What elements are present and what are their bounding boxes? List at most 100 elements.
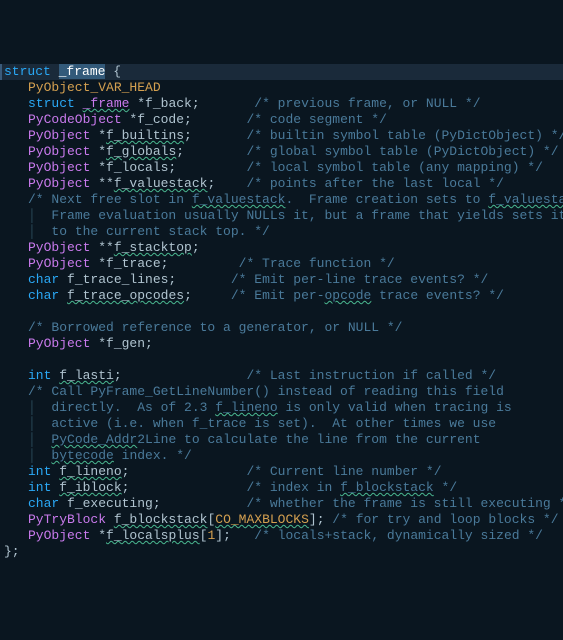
code-token: /* Trace function */ bbox=[239, 256, 395, 271]
code-token: PyObject bbox=[28, 176, 90, 191]
code-token: . Frame creation sets to bbox=[285, 192, 488, 207]
code-token: PyObject bbox=[28, 336, 90, 351]
code-token: /* builtin symbol table (PyDictObject) *… bbox=[246, 128, 563, 143]
code-line[interactable]: PyObject **f_valuestack; /* points after… bbox=[0, 176, 563, 192]
code-line[interactable]: }; bbox=[0, 544, 563, 560]
code-token: /* Call PyFrame_GetLineNumber() instead … bbox=[28, 384, 504, 399]
code-token: f_localsplus bbox=[106, 528, 200, 543]
code-token: [ bbox=[200, 528, 208, 543]
code-line[interactable]: char f_trace_opcodes; /* Emit per-opcode… bbox=[0, 288, 563, 304]
code-token: trace events? */ bbox=[371, 288, 504, 303]
code-token: opcode bbox=[325, 288, 372, 303]
code-token: f_valuestack bbox=[488, 192, 563, 207]
code-line[interactable]: PyObject_VAR_HEAD bbox=[0, 80, 563, 96]
code-line[interactable]: │ PyCode_Addr2Line to calculate the line… bbox=[0, 432, 563, 448]
code-line[interactable]: │ active (i.e. when f_trace is set). At … bbox=[0, 416, 563, 432]
code-token: /* points after the last local */ bbox=[246, 176, 503, 191]
code-line[interactable] bbox=[0, 304, 563, 320]
code-token: is only valid when tracing is bbox=[278, 400, 512, 415]
code-token: PyObject_VAR_HEAD bbox=[28, 80, 161, 95]
code-token: * bbox=[90, 528, 106, 543]
code-token: f_stacktop bbox=[114, 240, 192, 255]
code-token: _frame bbox=[59, 64, 106, 79]
code-token: ** bbox=[90, 176, 113, 191]
code-line[interactable]: │ to the current stack top. */ bbox=[0, 224, 563, 240]
code-line[interactable]: PyObject *f_gen; bbox=[0, 336, 563, 352]
code-token: f_valuestack bbox=[192, 192, 286, 207]
code-line[interactable]: │ directly. As of 2.3 f_lineno is only v… bbox=[0, 400, 563, 416]
code-line[interactable]: PyObject *f_builtins; /* builtin symbol … bbox=[0, 128, 563, 144]
code-token bbox=[75, 96, 83, 111]
code-token bbox=[59, 288, 67, 303]
code-token: char bbox=[28, 272, 59, 287]
code-token: *f_code; bbox=[122, 112, 247, 127]
code-line[interactable]: struct _frame *f_back; /* previous frame… bbox=[0, 96, 563, 112]
code-line[interactable]: char f_executing; /* whether the frame i… bbox=[0, 496, 563, 512]
code-token: int bbox=[28, 480, 51, 495]
code-line[interactable]: int f_iblock; /* index in f_blockstack *… bbox=[0, 480, 563, 496]
code-token: │ bbox=[28, 432, 36, 447]
code-token: /* Last instruction if called */ bbox=[246, 368, 496, 383]
code-line[interactable]: PyObject *f_localsplus[1]; /* locals+sta… bbox=[0, 528, 563, 544]
code-editor[interactable]: struct _frame {PyObject_VAR_HEADstruct _… bbox=[0, 64, 563, 560]
code-token: f_lasti bbox=[59, 368, 114, 383]
code-token: ; bbox=[184, 288, 231, 303]
code-token: /* Emit per-line trace events? */ bbox=[231, 272, 488, 287]
code-line[interactable]: PyObject *f_trace; /* Trace function */ bbox=[0, 256, 563, 272]
code-token: PyTryBlock bbox=[28, 512, 106, 527]
code-line[interactable]: struct _frame { bbox=[0, 64, 563, 80]
code-token: bytecode bbox=[51, 448, 113, 463]
code-line[interactable]: int f_lineno; /* Current line number */ bbox=[0, 464, 563, 480]
code-token: f_valuestack bbox=[114, 176, 208, 191]
code-line[interactable]: int f_lasti; /* Last instruction if call… bbox=[0, 368, 563, 384]
code-line[interactable]: PyTryBlock f_blockstack[CO_MAXBLOCKS]; /… bbox=[0, 512, 563, 528]
code-token: ; bbox=[122, 480, 247, 495]
code-line[interactable]: │ bytecode index. */ bbox=[0, 448, 563, 464]
code-token: /* local symbol table (any mapping) */ bbox=[246, 160, 542, 175]
code-token: *f_gen; bbox=[90, 336, 152, 351]
code-token: PyCode_Addr bbox=[51, 432, 137, 447]
code-line[interactable]: /* Next free slot in f_valuestack. Frame… bbox=[0, 192, 563, 208]
code-line[interactable]: │ Frame evaluation usually NULLs it, but… bbox=[0, 208, 563, 224]
code-token: /* previous frame, or NULL */ bbox=[254, 96, 480, 111]
code-token: /* index in bbox=[246, 480, 340, 495]
code-line[interactable]: char f_trace_lines; /* Emit per-line tra… bbox=[0, 272, 563, 288]
code-line[interactable]: /* Call PyFrame_GetLineNumber() instead … bbox=[0, 384, 563, 400]
code-token: ]; bbox=[309, 512, 332, 527]
code-token: /* Emit per- bbox=[231, 288, 325, 303]
code-line[interactable]: PyCodeObject *f_code; /* code segment */ bbox=[0, 112, 563, 128]
code-token: PyObject bbox=[28, 144, 90, 159]
code-token: PyObject bbox=[28, 160, 90, 175]
code-token: ; bbox=[184, 128, 246, 143]
code-token: struct bbox=[4, 64, 51, 79]
code-token: │ bbox=[28, 416, 36, 431]
code-token: ]; bbox=[215, 528, 254, 543]
code-token bbox=[36, 448, 52, 463]
code-line[interactable]: PyObject *f_globals; /* global symbol ta… bbox=[0, 144, 563, 160]
code-token: f_builtins bbox=[106, 128, 184, 143]
code-token: PyObject bbox=[28, 240, 90, 255]
code-token: _frame bbox=[83, 96, 130, 111]
code-token: }; bbox=[4, 544, 20, 559]
code-token: ** bbox=[90, 240, 113, 255]
code-token bbox=[106, 512, 114, 527]
code-token: /* Next free slot in bbox=[28, 192, 192, 207]
code-token: int bbox=[28, 368, 51, 383]
code-token: ; bbox=[176, 144, 246, 159]
code-token: f_blockstack bbox=[114, 512, 208, 527]
code-token: to the current stack top. */ bbox=[36, 224, 270, 239]
code-token: │ bbox=[28, 448, 36, 463]
code-line[interactable]: PyObject *f_locals; /* local symbol tabl… bbox=[0, 160, 563, 176]
code-token: │ bbox=[28, 400, 36, 415]
code-token: /* Borrowed reference to a generator, or… bbox=[28, 320, 402, 335]
code-token: f_trace_opcodes bbox=[67, 288, 184, 303]
code-line[interactable]: PyObject **f_stacktop; bbox=[0, 240, 563, 256]
code-token: directly. As of 2.3 bbox=[36, 400, 215, 415]
code-token: { bbox=[105, 64, 121, 79]
code-token: CO_MAXBLOCKS bbox=[215, 512, 309, 527]
code-token bbox=[36, 432, 52, 447]
code-line[interactable] bbox=[0, 352, 563, 368]
code-token: index. */ bbox=[114, 448, 192, 463]
code-token: f_blockstack bbox=[340, 480, 434, 495]
code-line[interactable]: /* Borrowed reference to a generator, or… bbox=[0, 320, 563, 336]
